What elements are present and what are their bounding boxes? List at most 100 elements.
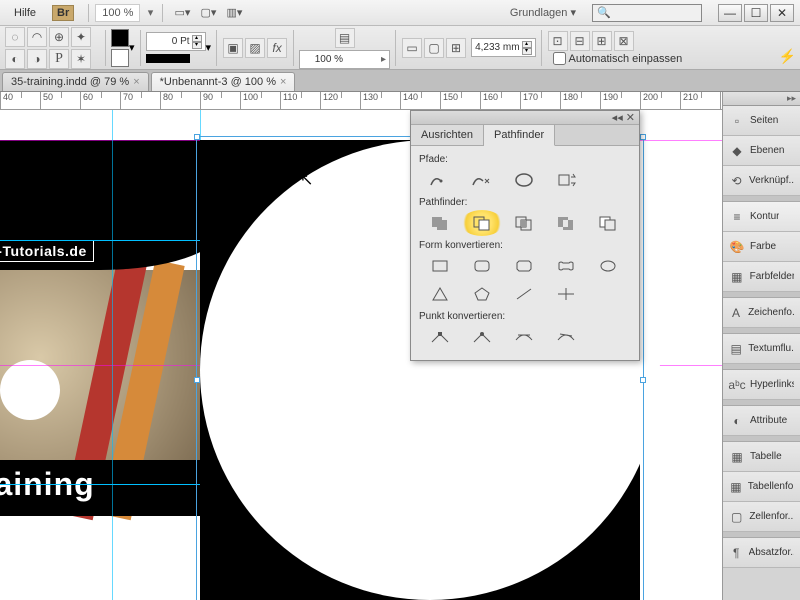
pathfinder-add-icon[interactable] <box>419 210 461 236</box>
auto-fit-checkbox[interactable]: Automatisch einpassen <box>553 52 683 65</box>
tool-icon[interactable]: ◌ <box>5 27 25 47</box>
zoom-dropdown-icon[interactable]: ▾ <box>144 6 156 19</box>
align-icon[interactable]: ⊞ <box>592 31 612 51</box>
path-reverse-icon[interactable] <box>545 167 587 193</box>
tab-ausrichten[interactable]: Ausrichten <box>411 125 484 145</box>
swatch-dropdown-icon[interactable]: ▾ <box>129 41 135 54</box>
zoom-field[interactable]: 100 % <box>95 4 140 22</box>
close-button[interactable]: ✕ <box>770 4 794 22</box>
maximize-button[interactable]: ☐ <box>744 4 768 22</box>
menu-help[interactable]: Hilfe <box>6 5 44 21</box>
point-smooth-icon[interactable] <box>503 324 545 350</box>
point-plain-icon[interactable] <box>419 324 461 350</box>
drop-shadow-icon[interactable]: ▨ <box>245 38 265 58</box>
convert-rect-icon[interactable] <box>419 253 461 279</box>
tool-icon[interactable]: ◑ <box>27 49 47 69</box>
tool-p-icon[interactable]: P <box>49 49 69 69</box>
dock-panel-item[interactable]: ▦Tabellenfo... <box>723 472 800 502</box>
panel-label: Zellenfor... <box>749 511 794 522</box>
convert-triangle-icon[interactable] <box>419 281 461 307</box>
tool-icon[interactable]: ◠ <box>27 27 47 47</box>
canvas-area[interactable]: PSD-Tutorials.de n-Training ↖ ◂◂ ✕ Aus <box>0 110 722 600</box>
dock-panel-item[interactable]: AZeichenfo... <box>723 298 800 328</box>
right-panel-dock: ▸▸ ▫Seiten◆Ebenen⟲Verknüpf... ≡Kontur🎨Far… <box>722 92 800 600</box>
ref-size-field[interactable]: 4,233 mm▴▾ <box>471 38 535 57</box>
align-icon[interactable]: ⊟ <box>570 31 590 51</box>
panel-icon: A <box>729 305 743 321</box>
point-symmetric-icon[interactable] <box>545 324 587 350</box>
document-tab[interactable]: 35-training.indd @ 79 %× <box>2 72 149 91</box>
dock-panel-item[interactable]: ▫Seiten <box>723 106 800 136</box>
document-tab[interactable]: *Unbenannt-3 @ 100 %× <box>151 72 296 91</box>
ruler-tick: 170 <box>520 92 560 109</box>
convert-beveled-icon[interactable] <box>503 253 545 279</box>
pathfinder-intersect-icon[interactable] <box>503 210 545 236</box>
dock-panel-item[interactable]: ▢Zellenfor... <box>723 502 800 532</box>
dock-panel-item[interactable]: ▦Tabelle <box>723 442 800 472</box>
dock-panel-item[interactable]: 🎨Farbe <box>723 232 800 262</box>
arrange-docs-icon[interactable]: ▥▾ <box>223 3 245 23</box>
ruler-tick: 130 <box>360 92 400 109</box>
stroke-weight-field[interactable]: 0 Pt ▴▾ <box>146 32 206 51</box>
convert-ellipse-icon[interactable] <box>587 253 629 279</box>
convert-line-icon[interactable] <box>503 281 545 307</box>
dock-collapse-button[interactable]: ▸▸ <box>723 92 800 106</box>
dock-panel-item[interactable]: ▦Farbfelder <box>723 262 800 292</box>
wrap-icon[interactable]: ▤ <box>335 28 355 48</box>
opacity-field[interactable]: 100 %▸ <box>299 50 390 69</box>
workspace-switcher[interactable]: Grundlagen ▾ <box>502 4 584 21</box>
path-join-icon[interactable] <box>419 167 461 193</box>
panel-icon: ¶ <box>729 545 744 561</box>
stroke-dropdown-icon[interactable]: ▾ <box>206 41 212 54</box>
ruler-tick: 190 <box>600 92 640 109</box>
fit-frame-icon[interactable]: ▭ <box>402 38 422 58</box>
tab-pathfinder[interactable]: Pathfinder <box>484 125 555 146</box>
close-icon[interactable]: × <box>280 76 286 88</box>
tool-group: ◌ ◠ ⊕ ✦ ◐ ◑ P ✶ <box>4 28 100 68</box>
point-corner-icon[interactable] <box>461 324 503 350</box>
panel-label: Farbfelder <box>750 271 794 282</box>
dock-panel-item[interactable]: ▤Textumflu... <box>723 334 800 364</box>
view-options-icon[interactable]: ▭▾ <box>171 3 193 23</box>
stroke-swatch[interactable] <box>111 49 129 67</box>
convert-inverse-icon[interactable] <box>545 253 587 279</box>
effects-icon[interactable]: ▣ <box>223 38 243 58</box>
window-controls: — ☐ ✕ <box>718 4 794 22</box>
dock-panel-item[interactable]: ¶Absatzfor... <box>723 538 800 568</box>
convert-hline-icon[interactable] <box>545 281 587 307</box>
dock-panel-item[interactable]: aᵇcHyperlinks <box>723 370 800 400</box>
bridge-button[interactable]: Br <box>52 5 74 21</box>
ruler-tick: 60 <box>80 92 120 109</box>
dock-panel-item[interactable]: ◐Attribute <box>723 406 800 436</box>
fit-content-icon[interactable]: ▢ <box>424 38 444 58</box>
panel-header[interactable]: ◂◂ ✕ <box>411 111 639 125</box>
panel-label: Textumflu... <box>748 343 794 354</box>
convert-polygon-icon[interactable] <box>461 281 503 307</box>
section-label: Pathfinder: <box>419 197 631 208</box>
dock-panel-item[interactable]: ≡Kontur <box>723 202 800 232</box>
frame-fitting-icon[interactable]: ⊞ <box>446 38 466 58</box>
tool-icon[interactable]: ✶ <box>71 49 91 69</box>
fx-icon[interactable]: fx <box>267 38 287 58</box>
path-open-icon[interactable] <box>461 167 503 193</box>
path-close-icon[interactable] <box>503 167 545 193</box>
tool-icon[interactable]: ✦ <box>71 27 91 47</box>
convert-rounded-icon[interactable] <box>461 253 503 279</box>
align-icon[interactable]: ⊠ <box>614 31 634 51</box>
close-icon[interactable]: × <box>133 76 139 88</box>
tool-icon[interactable]: ⊕ <box>49 27 69 47</box>
pathfinder-subtract-icon[interactable] <box>461 210 503 236</box>
screen-mode-icon[interactable]: ▢▾ <box>197 3 219 23</box>
align-icon[interactable]: ⊡ <box>548 31 568 51</box>
pathfinder-exclude-icon[interactable] <box>545 210 587 236</box>
dock-panel-item[interactable]: ◆Ebenen <box>723 136 800 166</box>
search-field[interactable]: 🔍 <box>592 4 702 22</box>
minimize-button[interactable]: — <box>718 4 742 22</box>
dock-panel-item[interactable]: ⟲Verknüpf... <box>723 166 800 196</box>
pathfinder-minus-back-icon[interactable] <box>587 210 629 236</box>
fill-swatch[interactable] <box>111 29 129 47</box>
lightning-icon[interactable]: ⚡ <box>779 48 796 65</box>
panel-icon: aᵇc <box>729 377 745 393</box>
ruler-tick: 50 <box>40 92 80 109</box>
tool-icon[interactable]: ◐ <box>5 49 25 69</box>
